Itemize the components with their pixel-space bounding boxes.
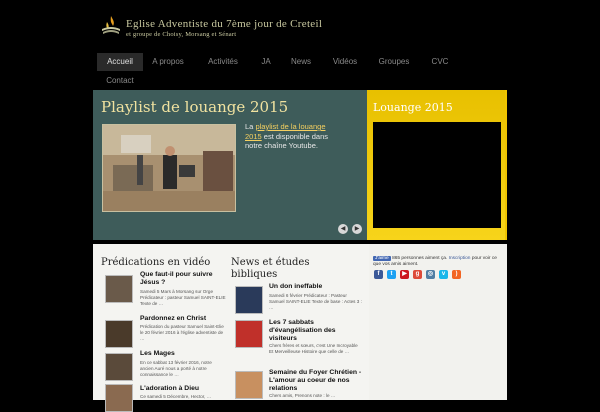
site-title[interactable]: Eglise Adventiste du 7ème jour de Cretei… [126, 18, 322, 30]
youtube-icon[interactable]: ▶ [400, 270, 409, 279]
facebook-like-box: J'aime 865 personnes aiment ça. Inscript… [373, 256, 503, 268]
news-item-title[interactable]: Un don ineffable [269, 283, 363, 291]
sidebar: J'aime 865 personnes aiment ça. Inscript… [369, 244, 507, 400]
predication-desc: Prédication du pasteur Samuel Saint-Elie… [140, 324, 224, 341]
nav-item-ja[interactable]: JA [252, 53, 280, 71]
predication-title[interactable]: Que faut-il pour suivre Jésus ? [140, 271, 226, 287]
rss-icon[interactable]: ) [452, 270, 461, 279]
facebook-icon[interactable]: f [374, 270, 383, 279]
facebook-like-button[interactable]: J'aime [373, 256, 391, 261]
googleplus-icon[interactable]: g [413, 270, 422, 279]
site-subtitle: et groupe de Choisy, Morsang et Sénart [126, 31, 237, 38]
nav-item-accueil[interactable]: Accueil [97, 53, 143, 71]
news-thumb[interactable] [235, 286, 263, 314]
news-item-desc: Chers frères et sœurs, c'est Une Incroya… [269, 343, 358, 354]
news-title: News et études bibliques [231, 257, 310, 280]
predication-title[interactable]: L'adoration à Dieu [140, 385, 226, 393]
news-item-title[interactable]: Semaine du Foyer Chrétien - L'amour au c… [269, 369, 363, 393]
nav-item-activites[interactable]: Activités [199, 53, 247, 71]
church-logo-icon[interactable] [100, 14, 122, 36]
predication-title[interactable]: Les Mages [140, 350, 226, 358]
slider-next-icon[interactable]: ▶ [352, 224, 362, 234]
nav-item-videos[interactable]: Vidéos [325, 53, 365, 71]
site-header: Eglise Adventiste du 7ème jour de Cretei… [0, 0, 600, 45]
predication-thumb[interactable] [105, 275, 133, 303]
slide-title[interactable]: Playlist de louange 2015 [101, 98, 288, 116]
predication-desc: Ce samedi 5 Décembre, Hector, … [140, 394, 212, 399]
news-item-title[interactable]: Les 7 sabbats d'évangélisation des visit… [269, 319, 363, 343]
worship-photo-image [103, 125, 235, 211]
predication-desc: En ce sabbat 13 février 2016, notre anci… [140, 360, 212, 377]
facebook-like-count: 865 personnes aiment ça. [392, 256, 448, 261]
slide-text: La playlist de la louange 2015 est dispo… [245, 122, 337, 151]
slider-prev-icon[interactable]: ◀ [338, 224, 348, 234]
twitter-icon[interactable]: t [387, 270, 396, 279]
nav-item-a-propos[interactable]: A propos [145, 53, 191, 71]
predication-thumb[interactable] [105, 320, 133, 348]
news-thumb[interactable] [235, 371, 263, 399]
instagram-icon[interactable]: ◎ [426, 270, 435, 279]
vimeo-icon[interactable]: v [439, 270, 448, 279]
news-item-desc: Chers amis, Prenons note : le … [269, 393, 336, 398]
nav-item-contact[interactable]: Contact [101, 72, 139, 90]
louange-video-player[interactable] [373, 122, 501, 228]
predications-title: Prédications en vidéo [101, 257, 211, 268]
nav-item-news[interactable]: News [285, 53, 317, 71]
news-item-desc: Samedi 6 février Prédicateur : Pasteur S… [269, 293, 362, 310]
predication-title[interactable]: Pardonnez en Christ [140, 315, 226, 323]
slide-photo[interactable] [102, 124, 236, 212]
news-thumb[interactable] [235, 320, 263, 348]
predication-thumb[interactable] [105, 353, 133, 381]
predication-thumb[interactable] [105, 384, 133, 412]
main-content: Prédications en vidéo Que faut-il pour s… [93, 244, 369, 412]
louange-title: Louange 2015 [373, 101, 453, 114]
predication-desc: Samedi 5 Mars à Morsang sur Orge Prédica… [140, 289, 226, 306]
facebook-signup-link[interactable]: Inscription [449, 256, 471, 261]
nav-item-cvc[interactable]: CVC [425, 53, 455, 71]
louange-panel: Louange 2015 [367, 90, 507, 240]
slide-text-before: La [245, 122, 254, 131]
nav-item-groupes[interactable]: Groupes [373, 53, 415, 71]
